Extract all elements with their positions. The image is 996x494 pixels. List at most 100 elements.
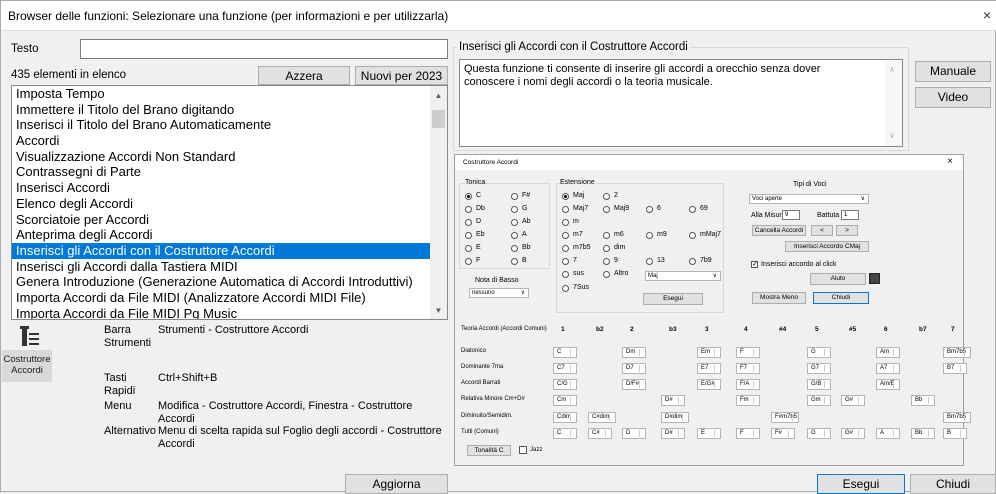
tonic-radio xyxy=(465,193,472,200)
extension-label: Estensione xyxy=(560,179,595,186)
list-scrollbar[interactable]: ▲ ▼ xyxy=(430,86,447,319)
measure-input: 9 xyxy=(782,210,800,220)
refresh-button[interactable]: Aggiorna xyxy=(345,474,448,494)
chord-chip: C xyxy=(553,428,577,439)
tonic-radio xyxy=(465,206,472,213)
help-book-icon xyxy=(869,273,880,284)
extension-radio xyxy=(562,258,569,265)
list-item[interactable]: Anteprima degli Accordi xyxy=(12,227,447,243)
close-icon[interactable]: × xyxy=(983,7,991,23)
list-item[interactable]: Inserisci gli Accordi con il Costruttore… xyxy=(12,242,447,259)
tonic-radio xyxy=(511,219,518,226)
chord-chip: D/F# xyxy=(622,379,646,390)
close-button[interactable]: Chiudi xyxy=(910,474,996,494)
list-item[interactable]: Importa Accordi da File MIDI Pg Music xyxy=(12,306,447,319)
chord-chip: C/G xyxy=(553,379,577,390)
preview-close-button: Chiudi xyxy=(813,292,869,304)
tonic-option-label: C xyxy=(476,192,482,199)
tonic-option-label: Db xyxy=(476,205,485,212)
chord-chip: E xyxy=(697,428,721,439)
tonic-radio xyxy=(465,232,472,239)
list-item[interactable]: Scorciatoie per Accordi xyxy=(12,212,447,228)
detail-key: Tasti Rapidi xyxy=(104,372,136,397)
list-item[interactable]: Inserisci il Titolo del Brano Automatica… xyxy=(12,117,447,133)
search-input[interactable] xyxy=(80,39,448,59)
extension-radio xyxy=(562,232,569,239)
list-item[interactable]: Accordi xyxy=(12,133,447,149)
chord-chip: C7 xyxy=(553,363,577,374)
extension-option-label: m6 xyxy=(614,231,624,238)
extension-option-label: 7Sus xyxy=(573,284,589,291)
ext-chevron-down-icon: ∨ xyxy=(712,273,717,279)
tonic-option-label: B xyxy=(522,257,527,264)
reset-button[interactable]: Azzera xyxy=(258,66,350,85)
chord-chip: D xyxy=(622,428,646,439)
chord-chip: Am/E xyxy=(876,379,900,390)
scroll-thumb[interactable] xyxy=(432,110,445,128)
extension-option-label: 7 xyxy=(573,257,577,264)
tonic-label: Tonica xyxy=(465,179,486,186)
list-item[interactable]: Elenco degli Accordi xyxy=(12,196,447,212)
theory-row-name: Diatonico xyxy=(461,348,487,354)
list-item[interactable]: Inserisci Accordi xyxy=(12,180,447,196)
list-item[interactable]: Genera Introduzione (Generazione Automat… xyxy=(12,274,447,290)
chord-chip: G7 xyxy=(807,363,831,374)
scroll-down-icon[interactable]: ▼ xyxy=(433,306,444,315)
chord-chip: Bb xyxy=(911,395,935,406)
function-list[interactable]: Imposta Tempo Immettere il Titolo del Bra… xyxy=(11,85,448,320)
new-2023-button[interactable]: Nuovi per 2023 xyxy=(355,66,448,85)
description-scrollbar[interactable]: ∧ ∨ xyxy=(885,60,902,146)
chord-chip: G xyxy=(807,347,831,358)
extension-option-label: 6 xyxy=(657,205,661,212)
chord-chip: Bm7b5 xyxy=(943,412,971,423)
video-button[interactable]: Video xyxy=(915,87,991,108)
chord-chip: G# xyxy=(841,395,865,406)
next-button: > xyxy=(836,225,858,236)
desc-scroll-down-icon[interactable]: ∨ xyxy=(889,129,895,142)
list-item[interactable]: Contrassegni di Parte xyxy=(12,164,447,180)
extension-option-label: 9 xyxy=(614,257,618,264)
extension-radio xyxy=(603,206,610,213)
show-less-button: Mostra Meno xyxy=(752,292,806,304)
tonic-option-label: Bb xyxy=(522,244,531,251)
description-box: Questa funzione ti consente di inserire … xyxy=(459,59,903,147)
item-count: 435 elementi in elenco xyxy=(11,69,127,81)
extension-option-label: 2 xyxy=(614,192,618,199)
degree-header: 1 xyxy=(561,326,565,333)
chord-chip: C xyxy=(553,347,577,358)
extension-option-label: 7b9 xyxy=(700,257,712,264)
chord-chip: Bb xyxy=(911,428,935,439)
degree-header: 4 xyxy=(744,326,748,333)
title-bar: Browser delle funzioni: Selezionare una … xyxy=(1,1,996,31)
theory-row-name: Accordi Barrati xyxy=(461,380,501,386)
list-item[interactable]: Imposta Tempo xyxy=(12,86,447,102)
list-item[interactable]: Immettere il Titolo del Brano digitando xyxy=(12,102,447,118)
chord-chip: G xyxy=(807,428,831,439)
tonic-option-label: F xyxy=(476,257,481,264)
extension-radio xyxy=(603,193,610,200)
run-button[interactable]: Esegui xyxy=(817,474,905,494)
beat-input: 1 xyxy=(841,210,859,220)
degree-header: 5 xyxy=(815,326,819,333)
degree-header: b3 xyxy=(669,326,677,333)
manual-button[interactable]: Manuale xyxy=(915,61,991,82)
insert-chord-button: Inserisci Accordo CMaj xyxy=(785,241,869,252)
scroll-up-icon[interactable]: ▲ xyxy=(433,91,444,100)
list-item[interactable]: Importa Accordi da File MIDI (Analizzato… xyxy=(12,290,447,306)
list-item[interactable]: Visualizzazione Accordi Non Standard xyxy=(12,149,447,165)
chord-chip: A xyxy=(876,428,900,439)
degree-header: #5 xyxy=(849,326,857,333)
extension-option-label: m7b5 xyxy=(573,244,591,251)
chord-chip: D# xyxy=(661,428,685,439)
theory-row-name: Tutti (Comuni) xyxy=(461,429,499,435)
extension-option-label: Maj7 xyxy=(573,205,589,212)
tonic-radio xyxy=(465,258,472,265)
list-item[interactable]: Inserisci gli Accordi dalla Tastiera MID… xyxy=(12,259,447,275)
chord-chip: F7 xyxy=(736,363,760,374)
desc-scroll-up-icon[interactable]: ∧ xyxy=(889,63,895,76)
chord-chip: F# xyxy=(771,428,795,439)
bass-value: nessuno xyxy=(472,290,495,296)
jazz-label: Jazz xyxy=(530,447,543,453)
tool-icon-caption: Costruttore Accordi xyxy=(2,350,52,382)
extension-option-label: Altro xyxy=(614,270,629,277)
